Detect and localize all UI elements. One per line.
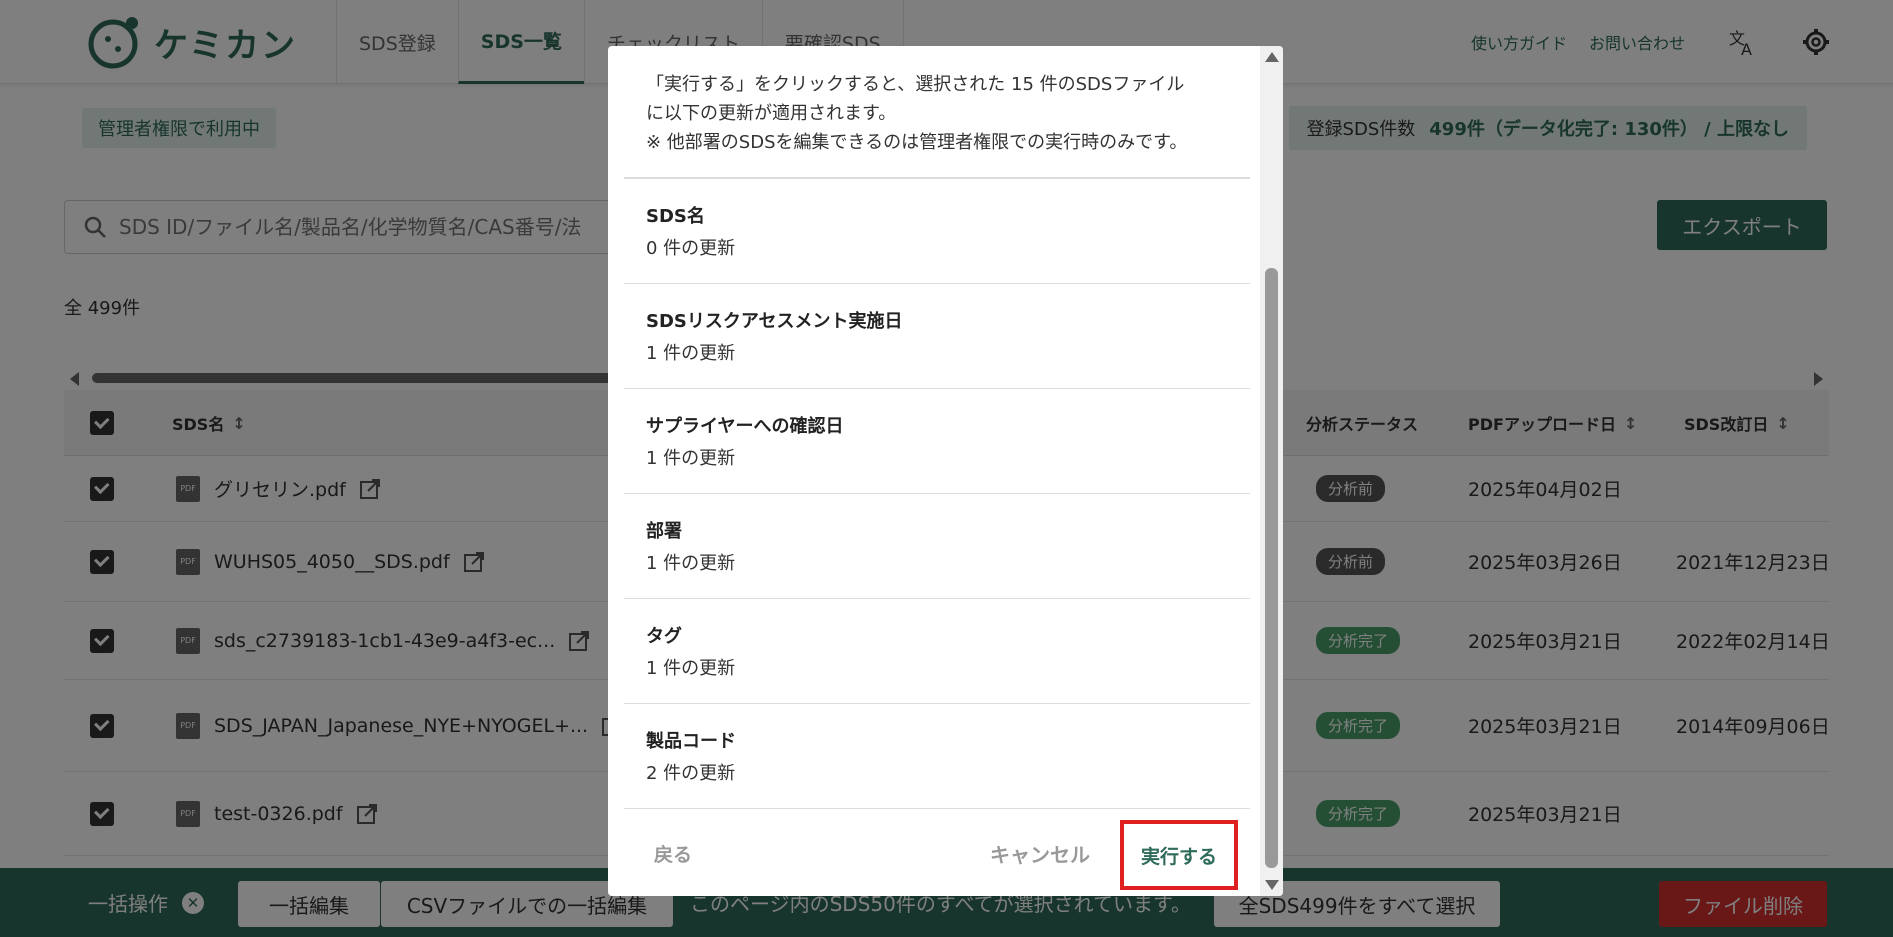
update-field-count: 1 件の更新 bbox=[646, 448, 736, 469]
intro-line-3: ※ 他部署のSDSを編集できるのは管理者権限での実行時のみです。 bbox=[646, 132, 1188, 153]
update-field-item: サプライヤーへの確認日 1 件の更新 bbox=[624, 389, 1250, 494]
modal-scrollbar-thumb[interactable] bbox=[1265, 268, 1278, 868]
modal-body: 「実行する」をクリックすると、選択された 15 件のSDSファイル に以下の更新… bbox=[624, 46, 1250, 810]
update-field-item: SDSリスクアセスメント実施日 1 件の更新 bbox=[624, 284, 1250, 389]
intro-line-1: 「実行する」をクリックすると、選択された 15 件のSDSファイル bbox=[646, 74, 1185, 95]
update-field-item: 部署 1 件の更新 bbox=[624, 494, 1250, 599]
update-field-name: タグ bbox=[646, 626, 682, 647]
update-field-count: 0 件の更新 bbox=[646, 238, 736, 259]
update-field-name: 製品コード bbox=[646, 731, 736, 752]
modal-intro: 「実行する」をクリックすると、選択された 15 件のSDSファイル に以下の更新… bbox=[624, 46, 1250, 179]
bulk-update-confirm-modal: 「実行する」をクリックすると、選択された 15 件のSDSファイル に以下の更新… bbox=[608, 46, 1283, 896]
update-field-name: サプライヤーへの確認日 bbox=[646, 416, 844, 437]
update-field-name: SDSリスクアセスメント実施日 bbox=[646, 311, 903, 332]
update-field-count: 1 件の更新 bbox=[646, 343, 736, 364]
update-field-count: 2 件の更新 bbox=[646, 763, 736, 784]
update-field-list: SDS名 0 件の更新 SDSリスクアセスメント実施日 1 件の更新 サプライヤーへの確… bbox=[624, 179, 1250, 809]
update-field-item: SDS名 0 件の更新 bbox=[624, 179, 1250, 284]
scroll-up-icon[interactable] bbox=[1265, 52, 1279, 62]
update-field-item: タグ 1 件の更新 bbox=[624, 599, 1250, 704]
back-button[interactable]: 戻る bbox=[654, 810, 692, 896]
update-field-count: 1 件の更新 bbox=[646, 658, 736, 679]
intro-line-2: に以下の更新が適用されます。 bbox=[646, 103, 897, 124]
update-field-name: SDS名 bbox=[646, 206, 705, 227]
update-field-name: 部署 bbox=[646, 521, 682, 542]
scroll-down-icon[interactable] bbox=[1265, 880, 1279, 890]
update-field-item: 製品コード 2 件の更新 bbox=[624, 704, 1250, 809]
modal-footer: 戻る キャンセル 実行する bbox=[624, 810, 1250, 896]
cancel-button[interactable]: キャンセル bbox=[990, 810, 1090, 896]
execute-button[interactable]: 実行する bbox=[1120, 820, 1238, 890]
modal-scrollbar[interactable] bbox=[1260, 46, 1283, 896]
update-field-count: 1 件の更新 bbox=[646, 553, 736, 574]
